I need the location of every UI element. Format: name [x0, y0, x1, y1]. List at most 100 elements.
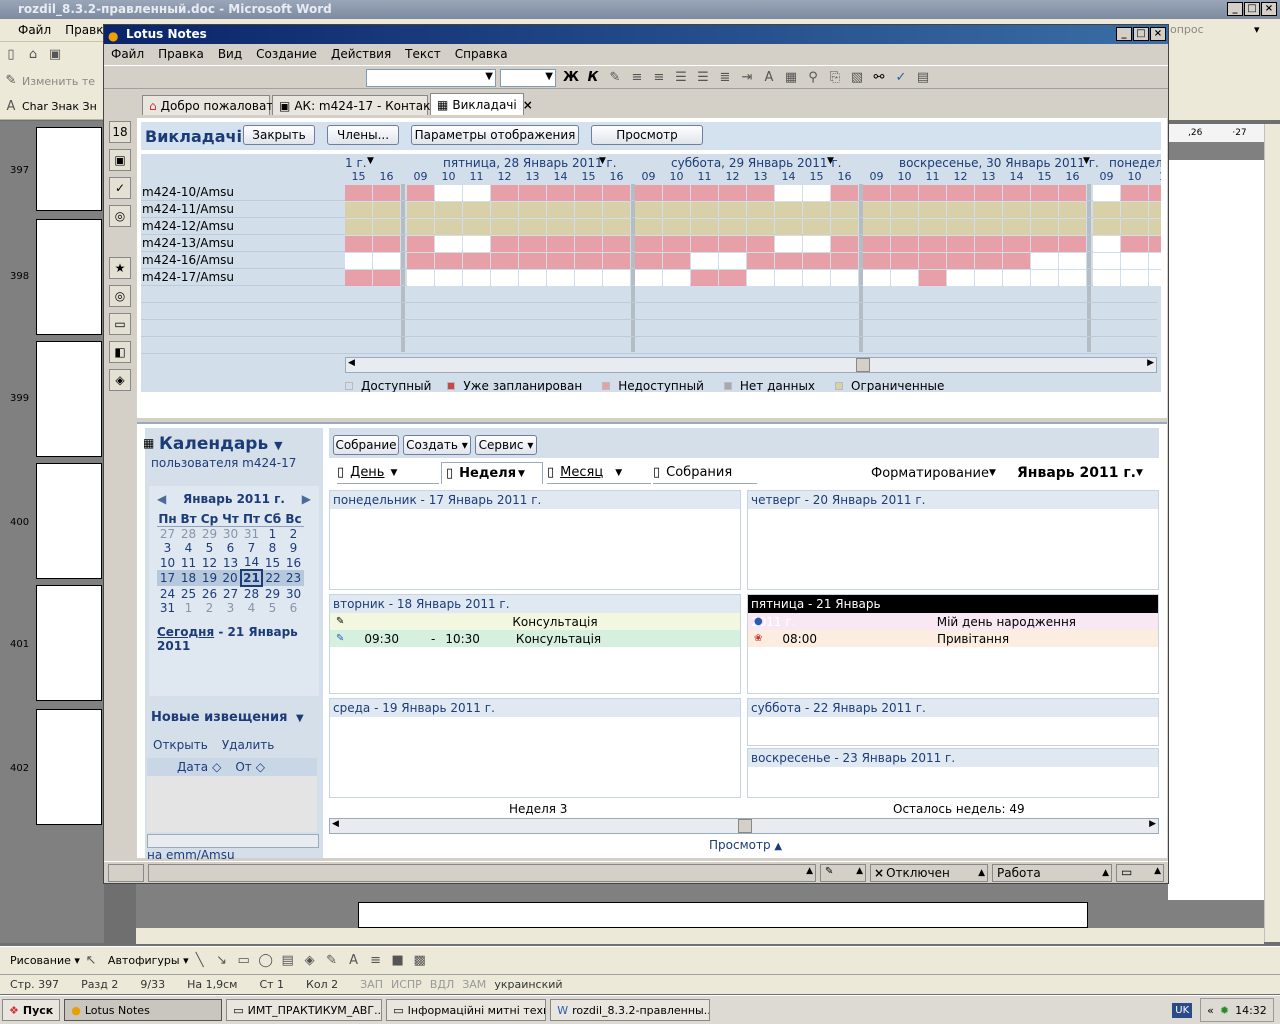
task-folder-info[interactable]: ▭ Інформаційні митні техн...	[386, 999, 547, 1021]
mini-calendar-day[interactable]: 4	[178, 541, 199, 555]
freebusy-cell[interactable]	[1031, 185, 1058, 201]
freebusy-cell[interactable]	[373, 202, 400, 218]
mini-calendar-day[interactable]: 30	[220, 527, 241, 541]
tab-contacts[interactable]: ▣ АК: m424-17 - Контакты	[272, 95, 447, 115]
mini-calendar-day[interactable]: 29	[199, 527, 220, 541]
freebusy-cell[interactable]	[975, 253, 1002, 269]
chevron-down-icon[interactable]: ▼	[545, 71, 553, 82]
lotus-minimize-button[interactable]: _	[1116, 27, 1132, 41]
freebusy-day-header[interactable]: 1 г.	[345, 156, 367, 170]
freebusy-cell[interactable]	[1031, 270, 1058, 286]
highlight-icon[interactable]: ✎	[607, 70, 623, 86]
mini-calendar-day[interactable]: 30	[283, 586, 304, 601]
freebusy-cell[interactable]	[1031, 202, 1058, 218]
fill-color-icon[interactable]: ◈	[302, 953, 318, 969]
freebusy-cell[interactable]	[891, 253, 918, 269]
freebusy-cell[interactable]	[1059, 236, 1086, 252]
freebusy-cell[interactable]	[373, 185, 400, 201]
freebusy-cell[interactable]	[373, 236, 400, 252]
freebusy-cell[interactable]	[491, 253, 518, 269]
chevron-down-icon[interactable]: ▼	[296, 713, 304, 724]
column-date[interactable]: Дата	[177, 760, 208, 774]
databases-bookmark-icon[interactable]: ◎	[109, 285, 131, 307]
preview-toggle[interactable]: Просмотр ▲	[709, 838, 782, 852]
scroll-right-icon[interactable]: ▶	[1149, 819, 1156, 829]
freebusy-cell[interactable]	[719, 185, 746, 201]
status-location[interactable]: Работа ▲	[992, 864, 1112, 882]
mini-calendar-day[interactable]: 8	[262, 541, 283, 555]
select-arrow-icon[interactable]: ↖	[83, 953, 99, 969]
mini-calendar-day[interactable]: 2	[283, 527, 304, 541]
freebusy-cell[interactable]	[775, 202, 802, 218]
chevron-up-icon[interactable]: ▲	[774, 841, 782, 852]
drawing-menu[interactable]: Рисование ▾	[10, 954, 80, 967]
freebusy-cell[interactable]	[803, 185, 830, 201]
chevron-up-icon[interactable]: ▲	[806, 866, 813, 876]
mini-calendar-day[interactable]: 26	[199, 586, 220, 601]
freebusy-cell[interactable]	[603, 253, 630, 269]
3d-icon[interactable]: ▩	[412, 953, 428, 969]
freebusy-cell[interactable]	[373, 270, 400, 286]
freebusy-cell[interactable]	[547, 185, 574, 201]
status-edit-mode[interactable]: ✎ ▲	[820, 864, 866, 882]
freebusy-cell[interactable]	[491, 270, 518, 286]
bullets-icon[interactable]: ☰	[673, 70, 689, 86]
freebusy-cell[interactable]	[1121, 236, 1148, 252]
line-color-icon[interactable]: ✎	[324, 953, 340, 969]
freebusy-cell[interactable]	[407, 270, 434, 286]
freebusy-cell[interactable]	[345, 185, 372, 201]
freebusy-cell[interactable]	[603, 219, 630, 235]
arrow-icon[interactable]: ↘	[214, 953, 230, 969]
status-trk[interactable]: ИСПР	[391, 978, 422, 991]
mini-calendar-day[interactable]: 12	[199, 555, 220, 570]
freebusy-cell[interactable]	[919, 202, 946, 218]
freebusy-cell[interactable]	[345, 219, 372, 235]
chevron-down-icon[interactable]: ▼	[274, 439, 282, 452]
freebusy-cell[interactable]	[775, 236, 802, 252]
track-changes-icon[interactable]: ✎	[3, 73, 19, 89]
domino-bookmark-icon[interactable]: ◧	[109, 341, 131, 363]
calendar-scrollbar[interactable]: ◀ ▶	[329, 818, 1159, 834]
freebusy-cell[interactable]	[407, 253, 434, 269]
freebusy-cell[interactable]	[635, 236, 662, 252]
more-bookmark-icon[interactable]: ◈	[109, 369, 131, 391]
freebusy-cell[interactable]	[603, 236, 630, 252]
freebusy-cell[interactable]	[519, 270, 546, 286]
freebusy-cell[interactable]	[603, 270, 630, 286]
change-button[interactable]: Изменить те	[22, 75, 95, 88]
freebusy-cell[interactable]	[1149, 253, 1161, 269]
alignment-icon[interactable]: ≣	[717, 70, 733, 86]
numbering-icon[interactable]: ☰	[695, 70, 711, 86]
chevron-down-icon[interactable]: ▼	[1136, 468, 1143, 478]
freebusy-cell[interactable]	[603, 185, 630, 201]
page-thumbnail[interactable]	[36, 341, 102, 457]
align-left-icon[interactable]: ≡	[629, 70, 645, 86]
freebusy-cell[interactable]	[863, 253, 890, 269]
chevron-down-icon[interactable]: ▼	[390, 468, 397, 478]
text-properties-icon[interactable]: A	[761, 70, 777, 86]
freebusy-cell[interactable]	[919, 185, 946, 201]
freebusy-cell[interactable]	[635, 270, 662, 286]
scroll-thumb[interactable]	[738, 819, 752, 833]
style-box[interactable]: Char Знак Зн	[22, 100, 97, 113]
mini-calendar-day[interactable]: 21	[240, 569, 263, 587]
freebusy-cell[interactable]	[547, 219, 574, 235]
open-folder-icon[interactable]: ⌂	[25, 47, 41, 63]
mini-calendar-day[interactable]: 28	[178, 527, 199, 541]
freebusy-cell[interactable]	[691, 185, 718, 201]
freebusy-cell[interactable]	[919, 253, 946, 269]
freebusy-cell[interactable]	[1059, 202, 1086, 218]
freebusy-cell[interactable]	[635, 253, 662, 269]
status-text-area[interactable]: ▲	[148, 864, 816, 882]
freebusy-cell[interactable]	[719, 202, 746, 218]
status-message-area[interactable]	[108, 864, 144, 882]
freebusy-cell[interactable]	[891, 236, 918, 252]
word-page[interactable]	[1168, 160, 1264, 900]
freebusy-cell[interactable]	[1059, 270, 1086, 286]
new-document-icon[interactable]: ▯	[3, 47, 19, 63]
mini-calendar-day[interactable]: 22	[262, 570, 283, 586]
sort-icon[interactable]: ◇	[256, 760, 265, 774]
event-birthday[interactable]: ● Мій день народження	[748, 613, 1158, 630]
freebusy-cell[interactable]	[691, 253, 718, 269]
chevron-down-icon[interactable]: ▼	[599, 156, 606, 166]
